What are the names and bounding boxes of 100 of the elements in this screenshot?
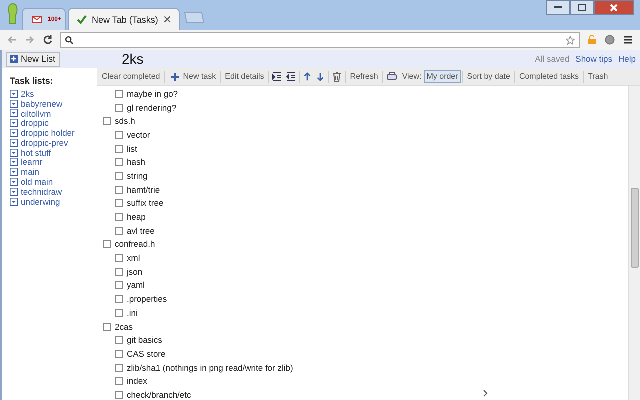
padlock-icon	[586, 35, 598, 45]
checkbox[interactable]	[115, 254, 123, 262]
checkbox[interactable]	[115, 377, 123, 386]
checkbox[interactable]	[103, 322, 111, 331]
task-title: json	[127, 266, 143, 277]
view-tab[interactable]: Completed tasks	[516, 70, 582, 83]
checkmark-icon	[77, 14, 87, 24]
checkbox[interactable]	[115, 172, 123, 180]
dropdown-arrow-icon	[10, 198, 18, 206]
task-list-link[interactable]: hot stuff	[21, 148, 52, 158]
task-title: string	[127, 170, 148, 181]
edit-details-button[interactable]: Edit details	[222, 70, 268, 83]
task-list-link[interactable]: learnr	[21, 157, 43, 168]
checkbox[interactable]	[115, 364, 123, 372]
maximize-button[interactable]	[570, 0, 594, 15]
header-link[interactable]: Help	[618, 54, 636, 64]
task-title: zlib/sha1 (nothings in png read/write for zlib)	[127, 362, 294, 373]
task-list-link[interactable]: babyrenew	[21, 98, 63, 109]
printer-icon	[386, 72, 398, 82]
new-task-button[interactable]: New task	[166, 70, 220, 83]
tab-title: New Tab (Tasks)	[92, 14, 159, 24]
task-title: confread.h	[115, 239, 156, 250]
view-label: View:	[402, 72, 422, 81]
scrollbar[interactable]	[628, 86, 640, 400]
task-list-link[interactable]: technidraw	[21, 186, 62, 197]
checkbox[interactable]	[115, 144, 123, 153]
minimize-button[interactable]	[546, 0, 570, 15]
view-tab[interactable]: My order	[424, 70, 462, 83]
checkbox[interactable]	[115, 336, 123, 344]
task-list-link[interactable]: old main	[21, 177, 54, 188]
dropdown-arrow-icon	[10, 119, 18, 128]
outdent-icon	[286, 72, 296, 82]
task-list-link[interactable]: underwing	[21, 196, 60, 207]
dropdown-arrow-icon	[10, 168, 18, 176]
header-link[interactable]: Show tips	[576, 54, 613, 64]
new-list-button[interactable]: New List	[6, 52, 60, 66]
checkbox[interactable]	[115, 390, 123, 399]
minimize-icon	[554, 6, 562, 9]
task-title: .properties	[127, 294, 168, 304]
close-icon	[610, 4, 618, 12]
checkbox[interactable]	[115, 186, 123, 194]
up-arrow-icon	[303, 72, 312, 82]
view-tab[interactable]: Trash	[585, 70, 612, 83]
task-title: suffix tree	[127, 198, 164, 208]
checkbox[interactable]	[115, 130, 123, 139]
checkbox[interactable]	[115, 281, 123, 290]
circle-icon	[604, 35, 616, 45]
task-title: gl rendering?	[127, 102, 177, 113]
task-list-link[interactable]: 2ks	[21, 88, 34, 99]
checkbox[interactable]	[115, 308, 123, 317]
task-title: hamt/trie	[127, 184, 160, 195]
indent-icon	[272, 72, 282, 82]
clear-completed-button[interactable]: Clear completed	[99, 70, 164, 83]
reload-icon	[42, 35, 54, 45]
plus-icon	[10, 55, 18, 63]
forward-arrow-icon	[24, 35, 36, 45]
close-icon	[164, 16, 171, 23]
checkbox[interactable]	[115, 104, 123, 112]
checkbox[interactable]	[115, 226, 123, 235]
checkbox[interactable]	[115, 295, 123, 304]
address-bar[interactable]	[60, 32, 580, 48]
task-title: heap	[127, 212, 146, 222]
search-icon	[65, 36, 74, 44]
checkbox[interactable]	[103, 117, 111, 126]
star-icon	[566, 36, 575, 44]
task-title: vector	[127, 130, 150, 140]
task-title: hash	[127, 157, 146, 168]
task-list-link[interactable]: droppic	[21, 118, 49, 128]
task-list-link[interactable]: ciltollvm	[21, 108, 52, 118]
checkbox[interactable]	[115, 90, 123, 98]
task-title: .ini	[127, 308, 138, 318]
sidebar-heading: Task lists:	[9, 75, 54, 88]
chevron-icon	[483, 390, 488, 397]
logo-icon	[6, 3, 20, 25]
trash-icon	[332, 72, 342, 82]
menu-icon	[622, 35, 634, 45]
task-title: git basics	[127, 335, 162, 346]
task-title: maybe in go?	[127, 88, 178, 99]
task-title: 2cas	[115, 322, 133, 332]
checkbox[interactable]	[115, 213, 123, 222]
save-status: All saved	[535, 54, 570, 64]
checkbox[interactable]	[115, 199, 123, 208]
task-list-link[interactable]: droppic holder	[21, 128, 75, 138]
task-title: sds.h	[115, 116, 136, 126]
checkbox[interactable]	[115, 350, 123, 358]
refresh-button[interactable]: Refresh	[347, 70, 382, 83]
task-list-link[interactable]: droppic-prev	[21, 138, 68, 148]
checkbox[interactable]	[115, 158, 123, 166]
checkbox[interactable]	[103, 240, 111, 248]
browser-tab[interactable]: New Tab (Tasks)	[68, 8, 180, 30]
view-tab[interactable]: Sort by date	[464, 70, 514, 83]
checkbox[interactable]	[115, 268, 123, 276]
task-list-link[interactable]: main	[21, 167, 40, 178]
task-title: list	[127, 144, 138, 154]
task-title: yaml	[127, 280, 145, 290]
task-title: index	[127, 376, 148, 386]
close-button[interactable]	[594, 0, 634, 15]
down-arrow-icon	[316, 72, 326, 82]
task-title: avl tree	[127, 226, 155, 236]
task-title: CAS store	[127, 348, 166, 359]
